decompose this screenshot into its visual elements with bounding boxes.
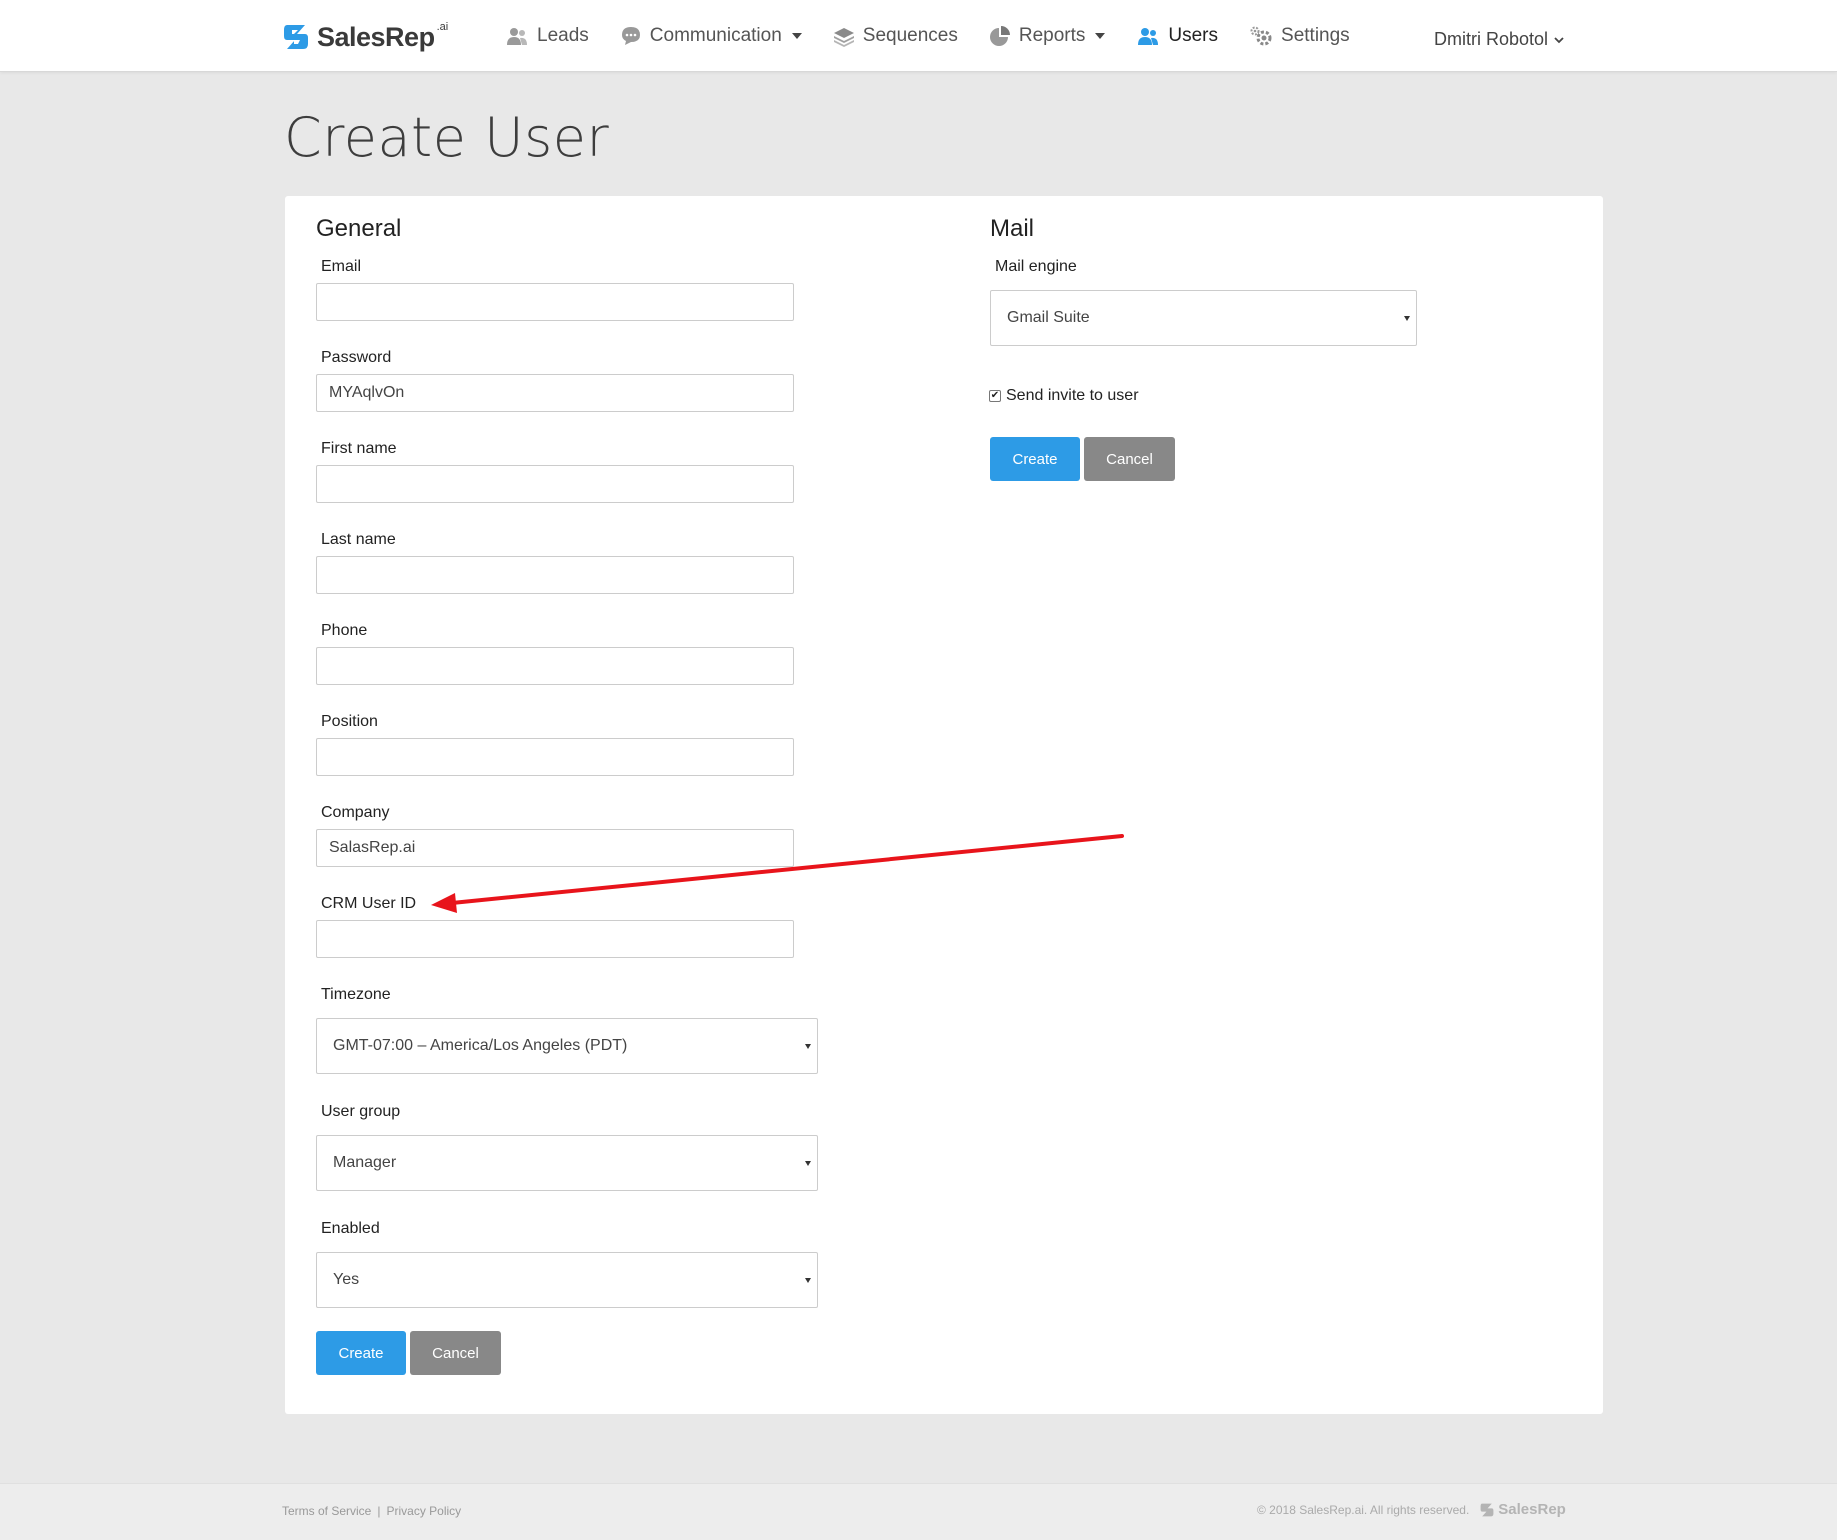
user-menu[interactable]: Dmitri Robotol [1434, 29, 1564, 50]
company-field[interactable]: SalasRep.ai [316, 829, 794, 867]
users-icon [1138, 28, 1159, 45]
password-label: Password [321, 349, 392, 366]
user-group-select[interactable]: Manager [316, 1135, 818, 1191]
send-invite-checkbox[interactable]: ✔ [989, 390, 1001, 402]
timezone-label: Timezone [321, 986, 391, 1003]
password-field[interactable]: MYAqlvOn [316, 374, 794, 412]
position-label: Position [321, 713, 378, 730]
users-icon [507, 28, 527, 45]
footer-links: Terms of Service | Privacy Policy [282, 1504, 461, 1518]
brand-suffix: .ai [436, 21, 449, 33]
cancel-button[interactable]: Cancel [410, 1331, 501, 1375]
dropdown-arrow-icon [805, 1161, 811, 1166]
nav-settings-label: Settings [1281, 25, 1350, 46]
company-label: Company [321, 804, 390, 821]
last-name-field[interactable] [316, 556, 794, 594]
crm-user-id-label: CRM User ID [321, 895, 417, 912]
nav-reports-label: Reports [1018, 25, 1086, 46]
mail-create-button[interactable]: Create [990, 437, 1080, 481]
footer-copyright-block: © 2018 SalesRep.ai. All rights reserved.… [1257, 1501, 1566, 1518]
gears-icon [1250, 26, 1272, 46]
crm-user-id-field[interactable] [316, 920, 794, 958]
nav-communication[interactable]: Communication [620, 25, 802, 47]
nav-leads-label: Leads [537, 25, 589, 46]
terms-link[interactable]: Terms of Service [282, 1504, 371, 1518]
brand-name: SalesRep [317, 21, 435, 52]
nav-users[interactable]: Users [1136, 25, 1218, 47]
general-section-title: General [316, 215, 402, 242]
nav-leads[interactable]: Leads [505, 25, 589, 47]
send-invite-row: ✔ Send invite to user [989, 387, 1139, 405]
chevron-down-icon [1554, 36, 1564, 43]
chevron-down-icon [1095, 33, 1106, 39]
nav-reports[interactable]: Reports [989, 25, 1106, 47]
timezone-value: GMT-07:00 – America/Los Angeles (PDT) [333, 1037, 628, 1054]
footer: Terms of Service | Privacy Policy © 2018… [0, 1483, 1837, 1540]
first-name-field[interactable] [316, 465, 794, 503]
position-field[interactable] [316, 738, 794, 776]
user-group-value: Manager [333, 1154, 397, 1171]
dropdown-arrow-icon [805, 1044, 811, 1049]
footer-separator: | [377, 1504, 381, 1518]
send-invite-label: Send invite to user [1006, 387, 1139, 404]
user-group-label: User group [321, 1103, 401, 1120]
mail-engine-value: Gmail Suite [1007, 309, 1090, 326]
salesrep-logo-icon [1480, 1503, 1494, 1516]
mail-cancel-button[interactable]: Cancel [1084, 437, 1175, 481]
create-user-form: General Email Password MYAqlvOn First na… [285, 196, 1603, 1414]
phone-label: Phone [321, 622, 368, 639]
phone-field[interactable] [316, 647, 794, 685]
enabled-select[interactable]: Yes [316, 1252, 818, 1308]
privacy-link[interactable]: Privacy Policy [386, 1504, 461, 1518]
footer-logo: SalesRep [1479, 1501, 1566, 1518]
pie-chart-icon [989, 26, 1010, 46]
footer-brand-name: SalesRep [1498, 1501, 1566, 1518]
mail-section-title: Mail [990, 215, 1035, 242]
top-navbar: SalesRep .ai Leads Communication Sequenc… [0, 0, 1837, 72]
nav-sequences-label: Sequences [862, 25, 958, 46]
main-nav: Leads Communication Sequences Reports Us… [505, 0, 1381, 72]
chat-icon [621, 27, 640, 45]
user-name: Dmitri Robotol [1434, 29, 1549, 49]
email-label: Email [321, 258, 362, 275]
nav-users-label: Users [1168, 25, 1219, 46]
brand-logo[interactable]: SalesRep .ai [281, 21, 449, 52]
nav-communication-label: Communication [649, 25, 782, 46]
first-name-label: First name [321, 440, 397, 457]
chevron-down-icon [791, 33, 802, 39]
salesrep-logo-icon [284, 25, 308, 49]
mail-engine-label: Mail engine [995, 258, 1077, 275]
create-button[interactable]: Create [316, 1331, 406, 1375]
mail-engine-select[interactable]: Gmail Suite [990, 290, 1417, 346]
dropdown-arrow-icon [805, 1278, 811, 1283]
email-field[interactable] [316, 283, 794, 321]
last-name-label: Last name [321, 531, 396, 548]
layers-icon [833, 28, 854, 47]
enabled-value: Yes [333, 1271, 360, 1288]
timezone-select[interactable]: GMT-07:00 – America/Los Angeles (PDT) [316, 1018, 818, 1074]
nav-sequences[interactable]: Sequences [833, 25, 958, 47]
dropdown-arrow-icon [1404, 316, 1410, 321]
enabled-label: Enabled [321, 1220, 380, 1237]
page-title: Create User [284, 106, 610, 169]
nav-settings[interactable]: Settings [1249, 25, 1350, 47]
copyright-text: © 2018 SalesRep.ai. All rights reserved. [1257, 1502, 1470, 1517]
